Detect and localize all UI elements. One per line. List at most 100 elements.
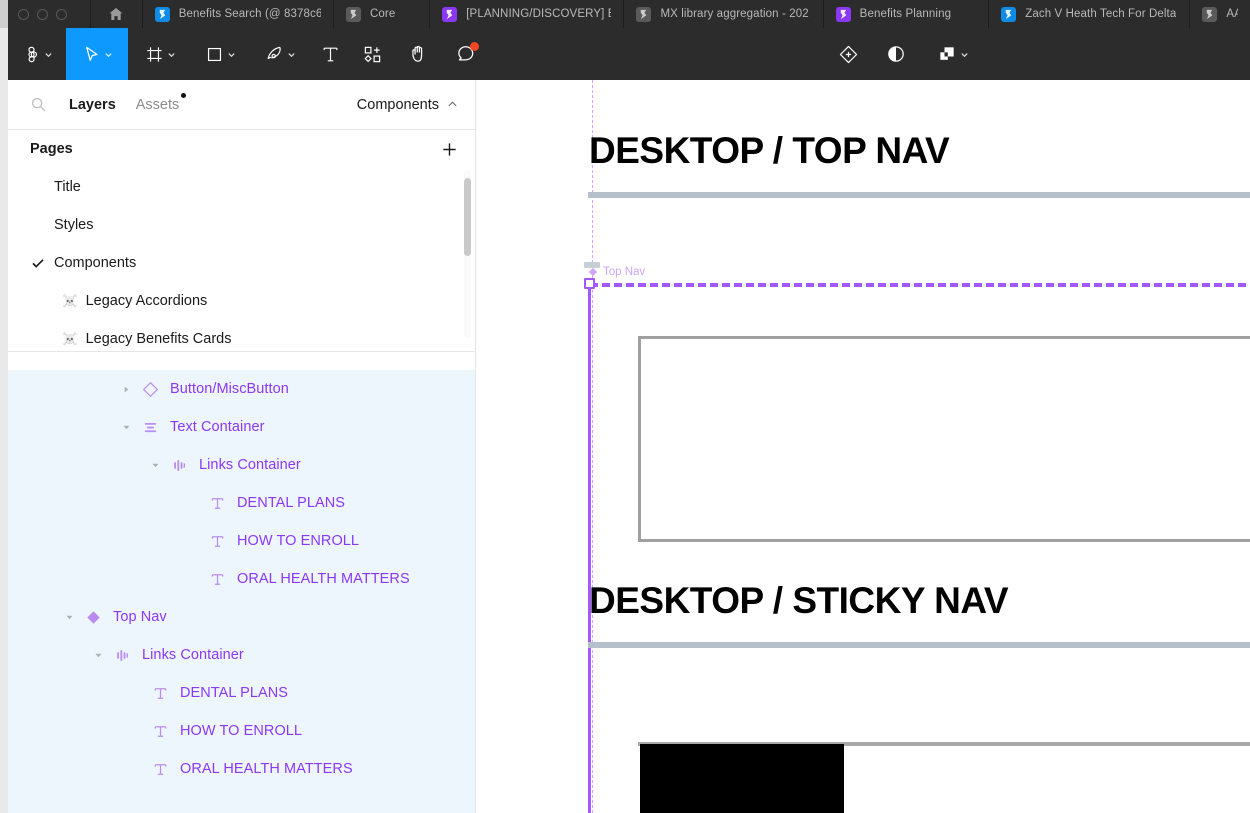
figma-file-icon <box>1001 6 1017 22</box>
layer-label: ORAL HEALTH MATTERS <box>237 571 410 587</box>
file-tab-label: Core <box>369 8 396 20</box>
home-tab[interactable] <box>91 0 143 28</box>
layer-label: Text Container <box>170 419 265 435</box>
text-layer-icon <box>211 573 224 585</box>
layer-row-button-miscbutton[interactable]: Button/MiscButton <box>8 370 475 408</box>
horizontal-layout-icon <box>117 649 128 661</box>
layer-label: Button/MiscButton <box>170 381 289 397</box>
text-layer-icon <box>154 763 167 775</box>
figma-file-icon <box>154 6 170 22</box>
comment-tool-button[interactable] <box>444 28 488 80</box>
hand-icon <box>412 45 423 62</box>
window-controls <box>0 0 92 28</box>
file-tab-5[interactable]: Zach V Heath Tech For Delta <box>989 0 1191 28</box>
layer-label: Top Nav <box>113 609 167 625</box>
page-item-components[interactable]: Components <box>8 244 475 282</box>
figma-file-icon <box>835 6 851 22</box>
selection-frame-label-text: Top Nav <box>603 266 646 278</box>
resources-button[interactable] <box>352 28 392 80</box>
layer-row-dental-plans-1[interactable]: DENTAL PLANS <box>8 484 475 522</box>
text-layer-icon <box>211 535 224 547</box>
text-layer-icon <box>154 687 167 699</box>
file-tab-6[interactable]: AA <box>1190 0 1250 28</box>
cursor-icon <box>85 46 98 61</box>
frame-tool-button[interactable] <box>130 28 190 80</box>
page-item-legacy-benefits-cards[interactable]: ☠️ Legacy Benefits Cards <box>8 320 475 351</box>
skull-icon: ☠️ <box>62 293 78 308</box>
page-item-legacy-accordions[interactable]: ☠️ Legacy Accordions <box>8 282 475 320</box>
file-tab-label: MX library aggregation - 202 <box>660 8 809 20</box>
layer-row-dental-plans-2[interactable]: DENTAL PLANS <box>8 674 475 712</box>
layer-row-oral-health-matters-1[interactable]: ORAL HEALTH MATTERS <box>8 560 475 598</box>
chevron-down-icon[interactable] <box>151 461 160 470</box>
section-divider-rule-2 <box>588 642 1250 648</box>
file-tab-4[interactable]: Benefits Planning <box>823 0 990 28</box>
chevron-right-icon[interactable] <box>122 385 131 394</box>
pages-title: Pages <box>30 141 73 157</box>
hand-tool-button[interactable] <box>398 28 438 80</box>
file-tab-2[interactable]: [PLANNING/DISCOVERY] Be <box>430 0 625 28</box>
file-tab-1[interactable]: Core <box>333 0 431 28</box>
chevron-down-icon[interactable] <box>65 613 74 622</box>
figma-logo-icon <box>27 46 37 62</box>
figma-menu-button[interactable] <box>8 28 66 80</box>
selection-border-left <box>588 285 591 813</box>
canvas[interactable]: DESKTOP / TOP NAV Top Nav DESKTOP / STIC… <box>476 80 1250 813</box>
window-left-edge <box>0 0 8 813</box>
page-selector-label: Components <box>356 96 439 113</box>
page-item-label: Components <box>54 255 137 271</box>
component-instance-icon <box>142 381 159 397</box>
chevron-down-icon[interactable] <box>122 423 131 432</box>
canvas-box-frame[interactable] <box>638 336 1250 542</box>
figma-file-icon <box>345 6 361 22</box>
chevron-down-icon <box>287 52 295 57</box>
page-item-label: Title <box>54 179 81 195</box>
layer-label: ORAL HEALTH MATTERS <box>180 761 353 777</box>
layer-label: Links Container <box>142 647 244 663</box>
chevron-down-icon <box>961 52 968 57</box>
layer-row-links-container-2[interactable]: Links Container <box>8 636 475 674</box>
page-selector[interactable]: Components <box>357 97 458 113</box>
skull-icon: ☠️ <box>62 331 78 346</box>
tab-layers[interactable]: Layers <box>69 97 116 113</box>
zoom-button[interactable] <box>56 8 67 20</box>
layer-row-how-to-enroll-1[interactable]: HOW TO ENROLL <box>8 522 475 560</box>
pen-tool-button[interactable] <box>250 28 310 80</box>
search-icon[interactable] <box>30 96 47 113</box>
figma-window: Benefits Search (@ 8378c64 Core [PLANNIN… <box>0 0 1250 813</box>
page-item-label: Legacy Benefits Cards <box>85 331 232 347</box>
create-component-button[interactable] <box>828 28 868 80</box>
file-tab-label: Benefits Search (@ 8378c64 <box>178 8 321 20</box>
chevron-down-icon <box>227 52 235 57</box>
component-plus-icon <box>839 45 857 63</box>
move-tool-button[interactable] <box>66 28 128 80</box>
chevron-up-icon <box>448 101 457 107</box>
file-tab-0[interactable]: Benefits Search (@ 8378c64 <box>142 0 334 28</box>
boolean-groups-button[interactable] <box>926 28 980 80</box>
shape-tool-button[interactable] <box>190 28 250 80</box>
layer-row-how-to-enroll-2[interactable]: HOW TO ENROLL <box>8 712 475 750</box>
layer-row-links-container-1[interactable]: Links Container <box>8 446 475 484</box>
figma-file-icon <box>1202 6 1218 22</box>
close-button[interactable] <box>18 8 29 20</box>
layer-row-oral-health-matters-2[interactable]: ORAL HEALTH MATTERS <box>8 750 475 788</box>
layer-label: Links Container <box>199 457 301 473</box>
selection-handle-top-left[interactable] <box>584 278 595 289</box>
text-tool-button[interactable] <box>310 28 350 80</box>
layers-tree: Button/MiscButton Text Container Links C… <box>8 370 475 813</box>
layer-row-top-nav[interactable]: Top Nav <box>8 598 475 636</box>
tab-assets[interactable]: Assets <box>136 92 187 113</box>
chevron-down-icon[interactable] <box>94 651 103 660</box>
page-item-styles[interactable]: Styles <box>8 206 475 244</box>
canvas-black-rect[interactable] <box>640 744 844 813</box>
check-icon <box>32 259 44 268</box>
layer-row-text-container[interactable]: Text Container <box>8 408 475 446</box>
mask-tool-button[interactable] <box>876 28 916 80</box>
pages-scrollbar-thumb[interactable] <box>464 178 471 256</box>
minimize-button[interactable] <box>37 8 48 20</box>
vertical-layout-icon <box>144 422 157 432</box>
page-item-title[interactable]: Title <box>8 168 475 206</box>
file-tab-3[interactable]: MX library aggregation - 202 <box>624 0 824 28</box>
plus-icon[interactable] <box>441 141 458 158</box>
file-tab-label: [PLANNING/DISCOVERY] Be <box>466 8 612 20</box>
